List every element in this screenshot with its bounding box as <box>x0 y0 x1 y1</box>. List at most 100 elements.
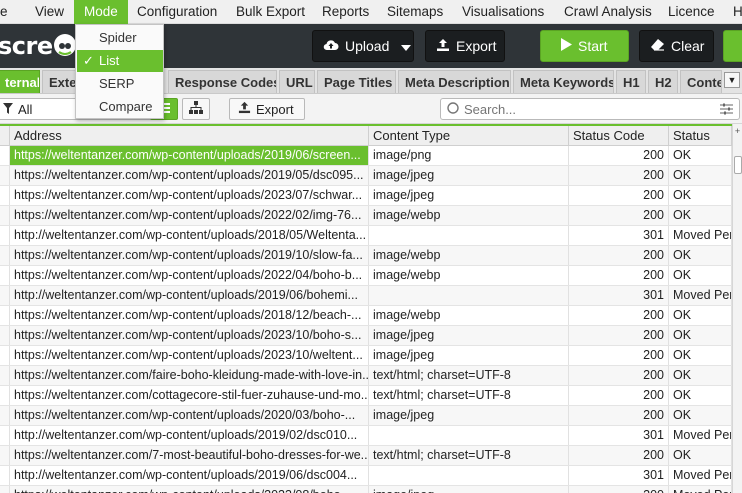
cell-address[interactable]: https://weltentanzer.com/faire-boho-klei… <box>10 366 369 385</box>
cell-address[interactable]: http://weltentanzer.com/wp-content/uploa… <box>10 466 369 485</box>
cell-content-type[interactable]: image/jpeg <box>369 486 569 493</box>
cell-status-code[interactable]: 200 <box>569 486 669 493</box>
cell-content-type[interactable]: image/webp <box>369 266 569 285</box>
menu-configuration[interactable]: Configuration <box>137 0 217 24</box>
cell-content-type[interactable]: image/jpeg <box>369 346 569 365</box>
cell-content-type[interactable]: text/html; charset=UTF-8 <box>369 366 569 385</box>
cell-status[interactable]: OK <box>669 166 732 185</box>
cell-address[interactable]: https://weltentanzer.com/wp-content/uplo… <box>10 326 369 345</box>
tree-view-button[interactable] <box>182 98 210 120</box>
cell-status[interactable]: OK <box>669 186 732 205</box>
tab-meta-description[interactable]: Meta Description <box>398 70 511 93</box>
cell-status[interactable]: OK <box>669 146 732 165</box>
upload-button[interactable]: Upload <box>312 30 414 62</box>
tab-url[interactable]: URL <box>279 70 315 93</box>
cell-address[interactable]: https://weltentanzer.com/wp-content/uplo… <box>10 346 369 365</box>
cell-status-code[interactable]: 200 <box>569 146 669 165</box>
cell-status[interactable]: OK <box>669 266 732 285</box>
column-header-content-type[interactable]: Content Type <box>369 126 569 146</box>
menu-visualisations[interactable]: Visualisations <box>462 0 544 24</box>
table-row[interactable]: https://weltentanzer.com/wp-content/uplo… <box>0 326 742 346</box>
tab-response-codes[interactable]: Response Codes <box>168 70 277 93</box>
cell-content-type[interactable]: text/html; charset=UTF-8 <box>369 386 569 405</box>
scrollbar-thumb[interactable] <box>734 156 742 174</box>
cell-address[interactable]: https://weltentanzer.com/wp-content/uplo… <box>10 406 369 425</box>
table-row[interactable]: https://weltentanzer.com/wp-content/uplo… <box>0 306 742 326</box>
cell-status[interactable]: Moved Perm <box>669 466 732 485</box>
cell-status[interactable]: OK <box>669 346 732 365</box>
cell-content-type[interactable] <box>369 286 569 305</box>
mode-item-compare[interactable]: Compare <box>77 96 163 118</box>
cell-address[interactable]: https://weltentanzer.com/7-most-beautifu… <box>10 446 369 465</box>
table-row[interactable]: https://weltentanzer.com/wp-content/uplo… <box>0 166 742 186</box>
cell-address[interactable]: https://weltentanzer.com/wp-content/uplo… <box>10 146 369 165</box>
table-row[interactable]: https://weltentanzer.com/wp-content/uplo… <box>0 146 742 166</box>
cell-status-code[interactable]: 301 <box>569 226 669 245</box>
cell-status-code[interactable]: 200 <box>569 326 669 345</box>
table-row[interactable]: https://weltentanzer.com/wp-content/uplo… <box>0 186 742 206</box>
cell-address[interactable]: https://weltentanzer.com/wp-content/uplo… <box>10 186 369 205</box>
menu-bulk-export[interactable]: Bulk Export <box>236 0 305 24</box>
menu-view[interactable]: View <box>35 0 64 24</box>
cell-status-code[interactable]: 301 <box>569 466 669 485</box>
tab-h1[interactable]: H1 <box>616 70 646 93</box>
cell-content-type[interactable]: image/jpeg <box>369 406 569 425</box>
search-input[interactable] <box>464 101 704 117</box>
cell-content-type[interactable]: image/webp <box>369 306 569 325</box>
cell-status-code[interactable]: 200 <box>569 206 669 225</box>
export-table-button[interactable]: Export <box>229 98 305 120</box>
cell-content-type[interactable]: image/webp <box>369 246 569 265</box>
cell-status[interactable]: OK <box>669 326 732 345</box>
tab-h2[interactable]: H2 <box>648 70 678 93</box>
table-row[interactable]: https://weltentanzer.com/wp-content/uplo… <box>0 246 742 266</box>
cell-status-code[interactable]: 200 <box>569 346 669 365</box>
cell-status-code[interactable]: 200 <box>569 246 669 265</box>
cell-status-code[interactable]: 301 <box>569 426 669 445</box>
table-row[interactable]: http://weltentanzer.com/wp-content/uploa… <box>0 466 742 486</box>
cell-address[interactable]: http://weltentanzer.com/wp-content/uploa… <box>10 226 369 245</box>
mode-item-list[interactable]: ✓ List <box>77 50 163 72</box>
cell-status[interactable]: OK <box>669 246 732 265</box>
column-header-status[interactable]: Status <box>669 126 732 146</box>
cell-address[interactable]: https://weltentanzer.com/wp-content/uplo… <box>10 486 369 493</box>
menu-crawl-analysis[interactable]: Crawl Analysis <box>564 0 652 24</box>
cell-status-code[interactable]: 301 <box>569 286 669 305</box>
table-row[interactable]: https://weltentanzer.com/7-most-beautifu… <box>0 446 742 466</box>
menu-licence[interactable]: Licence <box>668 0 715 24</box>
tab-overflow-button[interactable]: ▼ <box>724 72 740 88</box>
vertical-scrollbar[interactable]: + <box>732 124 742 493</box>
clear-button[interactable]: Clear <box>639 30 714 62</box>
table-row[interactable]: https://weltentanzer.com/wp-content/uplo… <box>0 486 742 493</box>
table-row[interactable]: https://weltentanzer.com/wp-content/uplo… <box>0 266 742 286</box>
cell-status[interactable]: OK <box>669 386 732 405</box>
cell-status-code[interactable]: 200 <box>569 166 669 185</box>
cell-status[interactable]: OK <box>669 406 732 425</box>
search-options-icon[interactable] <box>720 103 733 118</box>
menu-file[interactable]: le <box>0 0 8 24</box>
cell-content-type[interactable]: text/html; charset=UTF-8 <box>369 446 569 465</box>
cell-status[interactable]: Moved Perm <box>669 486 732 493</box>
cell-content-type[interactable] <box>369 466 569 485</box>
cell-status[interactable]: OK <box>669 306 732 325</box>
cell-address[interactable]: http://weltentanzer.com/wp-content/uploa… <box>10 426 369 445</box>
cell-status-code[interactable]: 200 <box>569 266 669 285</box>
cell-status[interactable]: Moved Perm <box>669 426 732 445</box>
cell-address[interactable]: https://weltentanzer.com/wp-content/uplo… <box>10 206 369 225</box>
menu-reports[interactable]: Reports <box>322 0 369 24</box>
cell-status[interactable]: OK <box>669 206 732 225</box>
cell-status[interactable]: OK <box>669 366 732 385</box>
cell-status-code[interactable]: 200 <box>569 186 669 205</box>
cell-address[interactable]: https://weltentanzer.com/wp-content/uplo… <box>10 266 369 285</box>
cell-address[interactable]: https://weltentanzer.com/wp-content/uplo… <box>10 246 369 265</box>
table-row[interactable]: http://weltentanzer.com/wp-content/uploa… <box>0 286 742 306</box>
export-toolbar-button[interactable]: Export <box>425 30 505 62</box>
cell-status-code[interactable]: 200 <box>569 306 669 325</box>
start-button[interactable]: Start <box>540 30 629 62</box>
toolbar-extra-button[interactable] <box>723 30 742 62</box>
cell-content-type[interactable] <box>369 426 569 445</box>
tab-internal[interactable]: ternal <box>0 70 40 93</box>
cell-status-code[interactable]: 200 <box>569 406 669 425</box>
tab-page-titles[interactable]: Page Titles <box>317 70 396 93</box>
table-row[interactable]: http://weltentanzer.com/wp-content/uploa… <box>0 226 742 246</box>
cell-address[interactable]: https://weltentanzer.com/wp-content/uplo… <box>10 166 369 185</box>
